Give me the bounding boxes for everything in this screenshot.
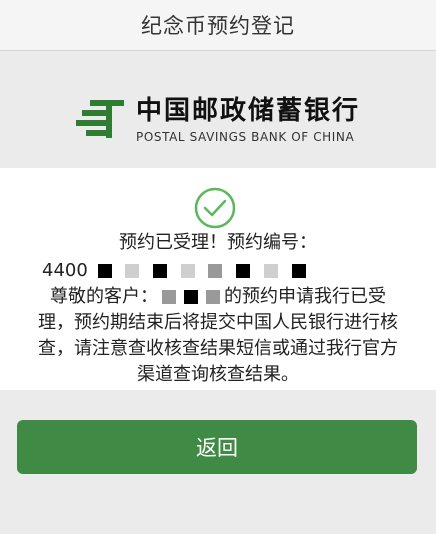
bank-logo: 中国邮政储蓄银行 POSTAL SAVINGS BANK OF CHINA (0, 80, 436, 160)
message-line: 渠道查询核查结果。 (137, 364, 299, 385)
redaction-mark (208, 264, 223, 278)
header-bar: 纪念币预约登记 (0, 0, 436, 51)
check-circle-icon (194, 187, 236, 229)
reservation-accepted-label: 预约已受理！预约编号： (119, 232, 317, 253)
redaction-mark (291, 264, 306, 278)
greeting-text: 尊敬的客户： 的预约申请我行已受 (0, 284, 436, 310)
redaction-mark (236, 264, 251, 278)
back-button[interactable]: 返回 (17, 420, 417, 474)
redaction-mark (206, 290, 220, 304)
result-card: 预约已受理！预约编号： 4400 尊敬的客户： 的预约申请我行已受 理，预约期结束… (0, 168, 436, 390)
redaction-mark (263, 264, 278, 278)
bank-name-cn: 中国邮政储蓄银行 (135, 96, 360, 126)
greeting-prefix: 尊敬的客户： (50, 286, 158, 307)
reservation-number: 4400 (0, 258, 436, 284)
redaction-mark (162, 290, 176, 304)
reservation-number-prefix: 4400 (42, 260, 88, 281)
page-title: 纪念币预约登记 (141, 14, 295, 38)
message-line: 理，预约期结束后将提交中国人民银行进行核 (38, 312, 398, 333)
redaction-mark (180, 264, 195, 278)
redaction-mark (184, 290, 198, 304)
greeting-suffix: 的预约申请我行已受 (224, 286, 386, 307)
bank-name-en: POSTAL SAVINGS BANK OF CHINA (135, 130, 355, 144)
redaction-mark (125, 264, 140, 278)
message-line: 查，请注意查收核查结果短信或通过我行官方 (38, 338, 398, 359)
redaction-mark (153, 264, 168, 278)
reservation-accepted-text: 预约已受理！预约编号： (0, 230, 436, 256)
postal-bank-logo-icon (75, 100, 124, 138)
redaction-mark (97, 264, 112, 278)
